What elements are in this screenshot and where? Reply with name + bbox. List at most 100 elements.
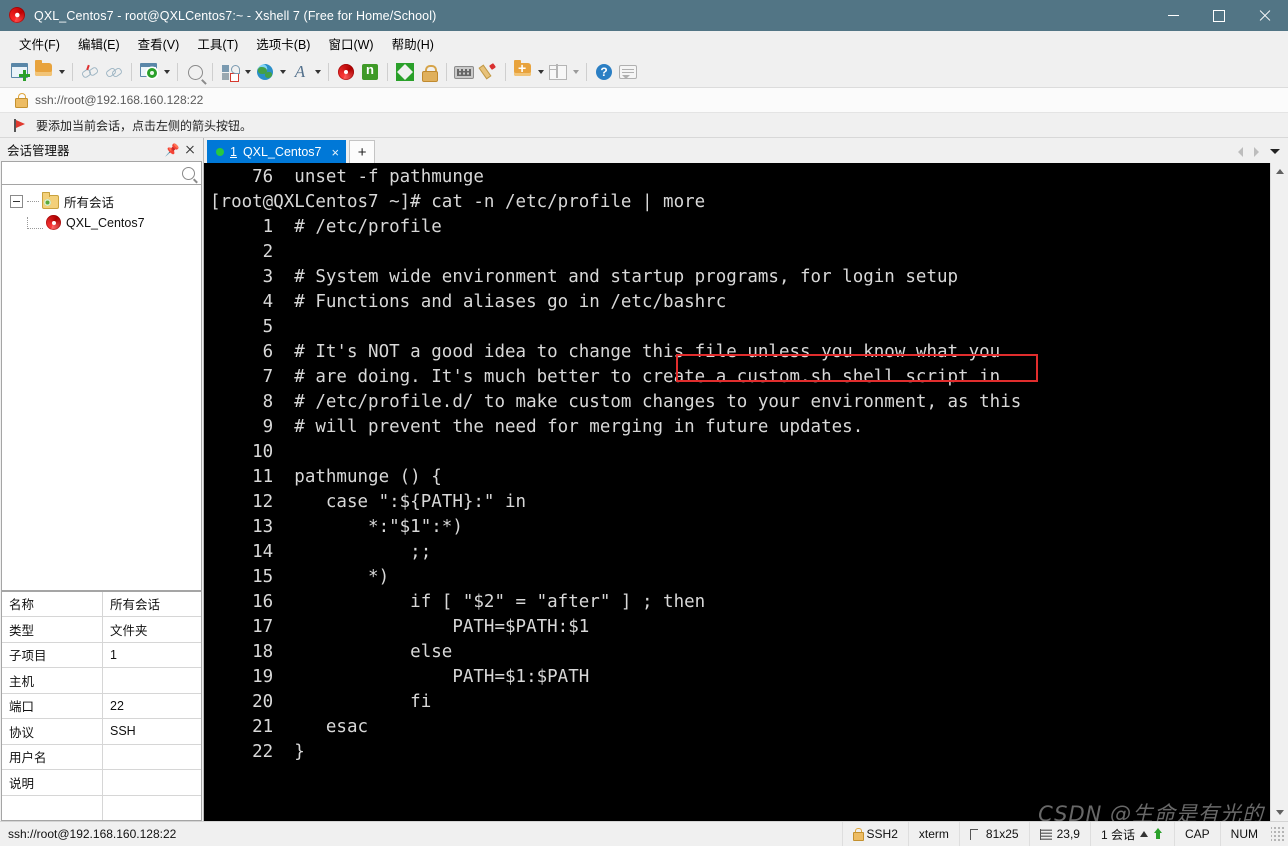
globe-icon[interactable] <box>253 60 277 84</box>
terminal-line: 18 else <box>210 642 453 662</box>
tree-collapse-toggle[interactable] <box>10 195 23 208</box>
address-bar[interactable]: ssh://root@192.168.160.128:22 <box>0 88 1288 113</box>
fullscreen-icon[interactable] <box>393 60 417 84</box>
tree-node-all-sessions[interactable]: 所有会话 <box>2 191 201 212</box>
property-value: 文件夹 <box>110 623 148 638</box>
file-transfer-dropdown-icon[interactable] <box>242 60 253 84</box>
layout-icon[interactable] <box>546 60 570 84</box>
globe-dropdown-icon[interactable] <box>277 60 288 84</box>
xftp-icon[interactable] <box>358 60 382 84</box>
menu-file[interactable]: 文件(F) <box>10 31 69 56</box>
file-transfer-icon[interactable] <box>218 60 242 84</box>
menu-edit[interactable]: 编辑(E) <box>69 31 129 56</box>
terminal-line: 15 *) <box>210 567 390 587</box>
terminal-line: 2 <box>210 242 274 262</box>
layout-dropdown-icon[interactable] <box>570 60 581 84</box>
terminal-line: 19 PATH=$1:$PATH <box>210 667 590 687</box>
terminal-line: 8 # /etc/profile.d/ to make custom chang… <box>210 392 1022 412</box>
menu-window[interactable]: 窗口(W) <box>319 31 382 56</box>
cursor-position-icon <box>1039 828 1052 840</box>
open-folder-dropdown-icon[interactable] <box>56 60 67 84</box>
chevron-up-icon[interactable] <box>1139 831 1148 837</box>
toolbar-separator <box>72 63 73 81</box>
close-button[interactable] <box>1242 0 1288 31</box>
connection-status-dot-icon <box>216 148 224 156</box>
hint-bar: 要添加当前会话，点击左侧的箭头按钮。 <box>0 113 1288 138</box>
resize-grip[interactable] <box>1271 827 1285 841</box>
status-term-type: xterm <box>907 822 959 846</box>
menu-tools[interactable]: 工具(T) <box>188 31 247 56</box>
chevron-left-icon[interactable] <box>1233 144 1247 160</box>
lock-icon[interactable] <box>417 60 441 84</box>
close-icon[interactable]: × <box>331 145 339 160</box>
xshell-icon[interactable] <box>334 60 358 84</box>
pin-icon[interactable]: 📌 <box>164 142 180 158</box>
tree-node-qxl-centos7[interactable]: QXL_Centos7 <box>2 212 201 233</box>
reconnect-icon[interactable] <box>102 60 126 84</box>
folder-icon <box>42 191 59 209</box>
session-properties-icon[interactable] <box>137 60 161 84</box>
address-url: ssh://root@192.168.160.128:22 <box>35 93 204 107</box>
property-row: 协议 SSH <box>2 719 201 745</box>
tree-connector <box>27 216 43 229</box>
hint-text: 要添加当前会话，点击左侧的箭头按钮。 <box>36 118 253 133</box>
keyboard-icon[interactable] <box>452 60 476 84</box>
terminal-line: 17 PATH=$PATH:$1 <box>210 617 590 637</box>
toolbar-separator <box>586 63 587 81</box>
status-sessions: 1 会话 <box>1089 822 1174 846</box>
new-tab-button[interactable]: + <box>349 140 376 163</box>
chevron-down-icon[interactable] <box>1267 144 1283 160</box>
menu-bar: 文件(F) 编辑(E) 查看(V) 工具(T) 选项卡(B) 窗口(W) 帮助(… <box>0 31 1288 57</box>
session-search-box[interactable] <box>1 161 202 185</box>
tab-qxl-centos7[interactable]: 1 QXL_Centos7 × <box>207 140 347 163</box>
find-icon[interactable] <box>183 60 207 84</box>
menu-help[interactable]: 帮助(H) <box>383 31 443 56</box>
scroll-up-icon[interactable] <box>1271 163 1288 180</box>
terminal-screen[interactable]: 76 unset -f pathmunge [root@QXLCentos7 ~… <box>204 163 1270 821</box>
font-dropdown-icon[interactable] <box>312 60 323 84</box>
property-key: 主机 <box>2 668 103 693</box>
close-icon[interactable] <box>182 142 198 158</box>
terminal-line: 13 *:"$1":*) <box>210 517 463 537</box>
status-sessions-label: 1 会话 <box>1100 827 1135 842</box>
session-properties-dropdown-icon[interactable] <box>161 60 172 84</box>
terminal-scrollbar[interactable] <box>1270 163 1288 821</box>
chevron-right-icon[interactable] <box>1250 144 1264 160</box>
terminal-line: 76 unset -f pathmunge <box>210 167 484 187</box>
menu-view[interactable]: 查看(V) <box>129 31 189 56</box>
feedback-icon[interactable] <box>616 60 640 84</box>
terminal-line: 3 # System wide environment and startup … <box>210 267 959 287</box>
property-value: 所有会话 <box>110 598 161 613</box>
help-icon[interactable]: ? <box>592 60 616 84</box>
session-manager-tools: 📌 <box>164 142 203 158</box>
status-size-label: 81x25 <box>985 827 1019 841</box>
resize-icon <box>969 828 981 840</box>
scroll-down-icon[interactable] <box>1271 804 1288 821</box>
status-bar: ssh://root@192.168.160.128:22 SSH2 xterm… <box>0 821 1288 846</box>
status-num: NUM <box>1219 822 1268 846</box>
highlight-pen-icon[interactable] <box>476 60 500 84</box>
new-folder-icon[interactable] <box>511 60 535 84</box>
property-value: 22 <box>110 698 124 713</box>
status-cells: SSH2 xterm 81x25 23,9 1 会话 CAP NUM <box>841 822 1288 846</box>
toolbar-separator <box>177 63 178 81</box>
minimize-button[interactable] <box>1150 0 1196 31</box>
property-key: 类型 <box>2 617 103 642</box>
status-protocol: SSH2 <box>841 822 908 846</box>
menu-tabs[interactable]: 选项卡(B) <box>247 31 319 56</box>
window-title: QXL_Centos7 - root@QXLCentos7:~ - Xshell… <box>34 8 437 23</box>
new-folder-dropdown-icon[interactable] <box>535 60 546 84</box>
disconnect-icon[interactable] <box>78 60 102 84</box>
status-cursor: 23,9 <box>1028 822 1090 846</box>
open-folder-icon[interactable] <box>32 60 56 84</box>
tree-node-label: QXL_Centos7 <box>66 215 145 230</box>
font-icon[interactable]: A <box>288 60 312 84</box>
scrollbar-track[interactable] <box>1271 180 1288 804</box>
session-search-input[interactable] <box>2 166 182 180</box>
terminal-line: 20 fi <box>210 692 432 712</box>
maximize-button[interactable] <box>1196 0 1242 31</box>
red-flag-icon <box>14 118 27 132</box>
new-session-icon[interactable] <box>8 60 32 84</box>
tree-connector <box>27 200 39 203</box>
status-protocol-label: SSH2 <box>866 827 898 841</box>
